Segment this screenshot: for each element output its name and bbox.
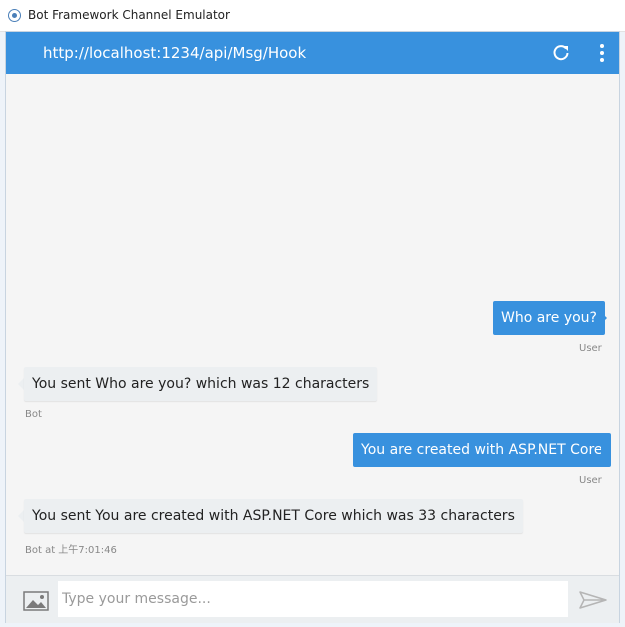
emulator-frame: http://localhost:1234/api/Msg/Hook Who a… [5,31,620,623]
bot-message: You sent You are created with ASP.NET Co… [24,499,523,533]
endpoint-url[interactable]: http://localhost:1234/api/Msg/Hook [43,44,306,62]
user-message: You are created with ASP.NET Core [353,433,611,467]
send-icon[interactable] [578,589,608,611]
message-sender: Bot [25,409,42,420]
message-timestamp: Bot at 上午7:01:46 [25,545,117,556]
window-titlebar: Bot Framework Channel Emulator [0,0,625,32]
window-title: Bot Framework Channel Emulator [28,8,230,22]
app-header: http://localhost:1234/api/Msg/Hook [6,32,619,74]
chat-history[interactable]: Who are you? User You sent Who are you? … [6,74,619,574]
bot-framework-icon [8,9,21,22]
message-input[interactable] [58,581,568,617]
emulator-window: Bot Framework Channel Emulator http://lo… [0,0,625,627]
refresh-icon[interactable] [551,43,571,63]
more-vert-icon[interactable] [594,43,610,63]
image-upload-icon[interactable] [22,589,50,613]
bubble-tail [601,444,607,456]
message-composer [6,575,619,623]
message-sender: User [579,343,602,354]
user-message: Who are you? [493,301,605,335]
bot-message: You sent Who are you? which was 12 chara… [24,367,378,401]
bubble-tail [601,312,607,324]
message-sender: User [579,475,602,486]
